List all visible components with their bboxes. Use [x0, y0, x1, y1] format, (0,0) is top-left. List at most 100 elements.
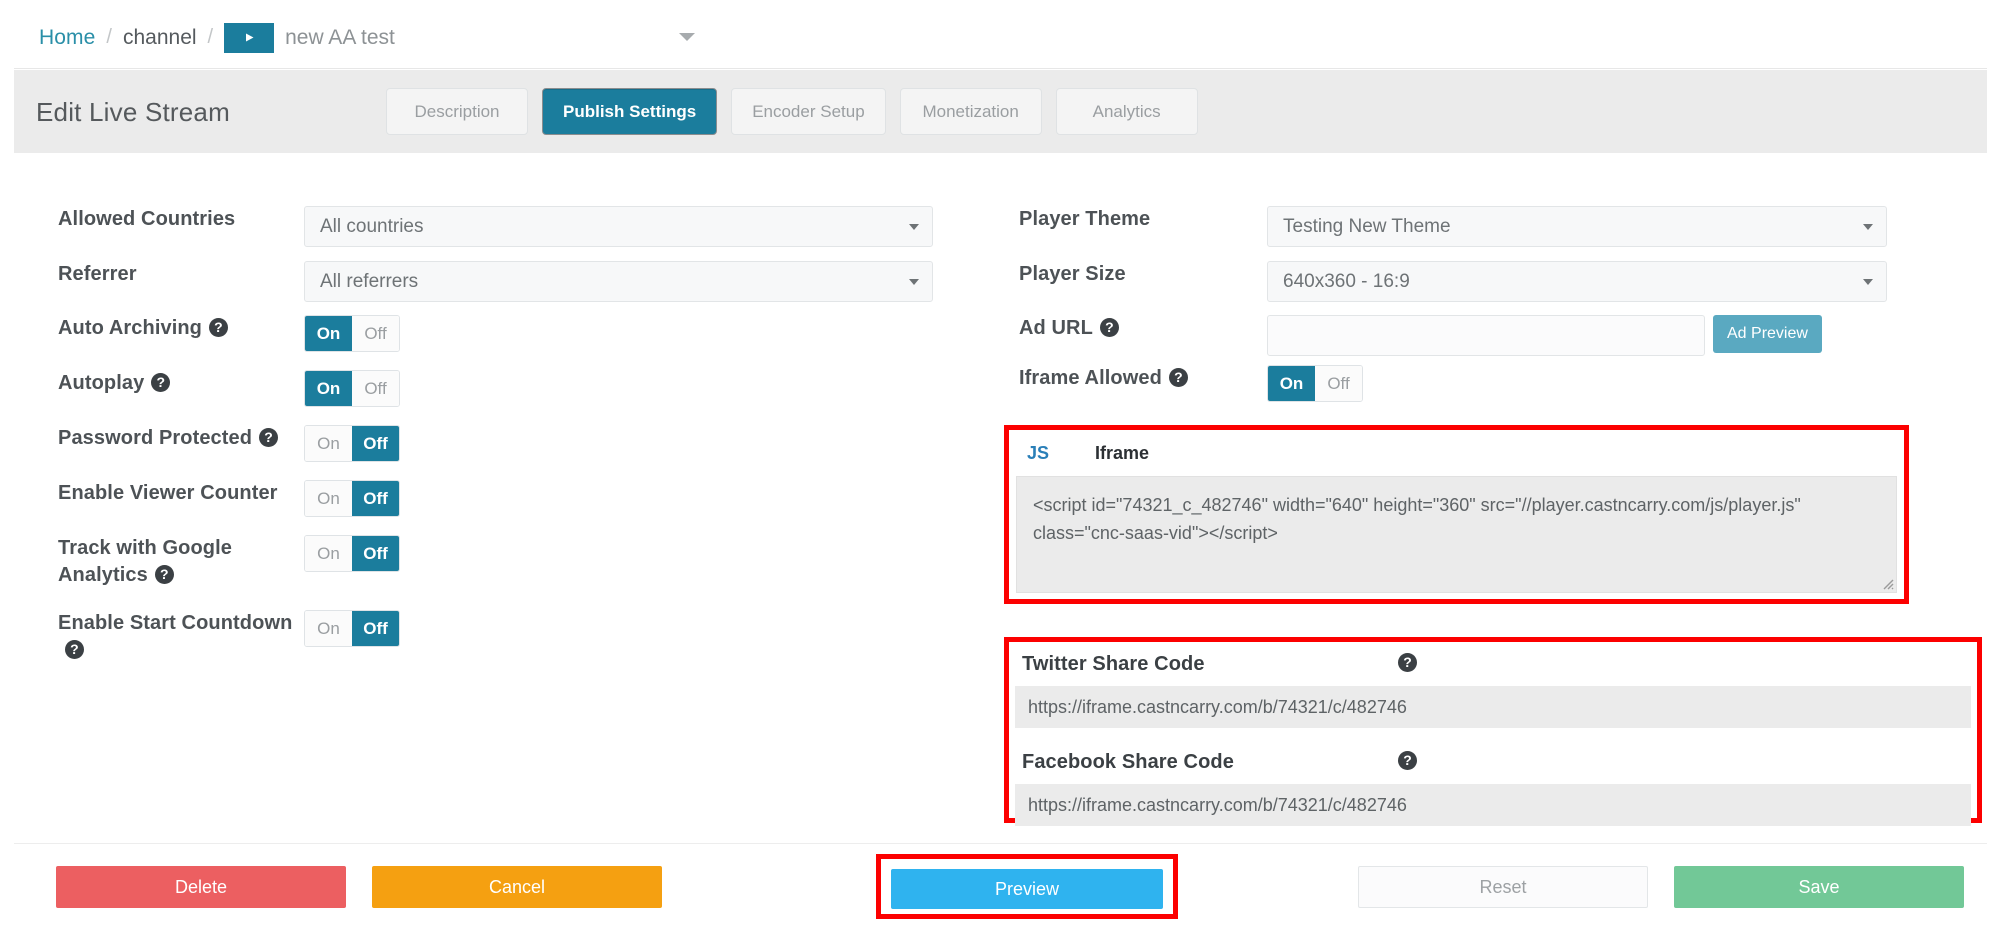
window-bottom-edge	[7, 920, 2000, 927]
preview-button-highlight: Preview	[876, 854, 1178, 919]
share-codes-highlight: Twitter Share Code ? https://iframe.cast…	[1004, 637, 1982, 826]
chevron-down-icon	[909, 223, 919, 230]
track-google-analytics-off[interactable]: Off	[352, 536, 399, 571]
breadcrumb-channel-link[interactable]: channel	[123, 26, 197, 50]
player-size-select[interactable]: 640x360 - 16:9	[1267, 261, 1887, 302]
referrer-value: All referrers	[320, 270, 419, 292]
enable-viewer-counter-on[interactable]: On	[305, 481, 352, 516]
referrer-select[interactable]: All referrers	[304, 261, 933, 302]
track-google-analytics-label: Track with Google Analytics	[58, 537, 232, 586]
allowed-countries-value: All countries	[320, 215, 424, 237]
field-auto-archiving: Auto Archiving? On Off	[58, 315, 400, 352]
footer-action-bar: Delete Cancel Preview Reset Save	[14, 843, 1987, 920]
preview-button[interactable]: Preview	[891, 869, 1163, 909]
player-theme-select[interactable]: Testing New Theme	[1267, 206, 1887, 247]
field-enable-start-countdown: Enable Start Countdown? On Off	[58, 610, 400, 664]
chevron-down-icon	[1863, 223, 1873, 230]
breadcrumb-stream-title: new AA test	[285, 25, 395, 49]
embed-code-tab-bar: JS Iframe	[1009, 430, 1904, 476]
iframe-allowed-off[interactable]: Off	[1315, 366, 1362, 401]
facebook-share-value[interactable]: https://iframe.castncarry.com/b/74321/c/…	[1015, 784, 1971, 826]
enable-start-countdown-on[interactable]: On	[305, 611, 352, 646]
app-window: Home / channel / new AA test Edit Live S…	[0, 0, 2000, 927]
tab-embed-js[interactable]: JS	[1027, 443, 1049, 464]
help-icon[interactable]: ?	[151, 373, 171, 392]
password-protected-off[interactable]: Off	[352, 426, 399, 461]
tab-description[interactable]: Description	[386, 88, 528, 135]
chevron-down-icon	[909, 278, 919, 285]
help-icon[interactable]: ?	[209, 318, 228, 337]
page-header-bar: Edit Live Stream Description Publish Set…	[14, 70, 1987, 153]
field-allowed-countries: Allowed Countries All countries	[58, 206, 933, 247]
page-title: Edit Live Stream	[36, 97, 230, 127]
breadcrumb-separator-1: /	[106, 26, 112, 48]
enable-viewer-counter-toggle[interactable]: On Off	[304, 480, 400, 517]
tab-monetization[interactable]: Monetization	[899, 88, 1042, 135]
field-track-google-analytics: Track with Google Analytics? On Off	[58, 535, 400, 589]
delete-button[interactable]: Delete	[56, 866, 346, 908]
chevron-down-icon[interactable]	[679, 33, 695, 41]
reset-button[interactable]: Reset	[1358, 866, 1648, 908]
breadcrumb-separator-2: /	[207, 26, 214, 48]
embed-code-panel: JS Iframe <script id="74321_c_482746" wi…	[1009, 430, 1904, 599]
tab-bar: Description Publish Settings Encoder Set…	[386, 88, 1198, 135]
tab-encoder-setup[interactable]: Encoder Setup	[731, 88, 886, 135]
help-icon[interactable]: ?	[1168, 368, 1188, 387]
enable-viewer-counter-off[interactable]: Off	[352, 481, 399, 516]
auto-archiving-toggle[interactable]: On Off	[304, 315, 400, 352]
breadcrumb-bar: Home / channel / new AA test	[14, 7, 1987, 69]
iframe-allowed-toggle[interactable]: On Off	[1267, 365, 1363, 402]
auto-archiving-on[interactable]: On	[305, 316, 352, 351]
field-password-protected: Password Protected? On Off	[58, 425, 400, 462]
facebook-share-group: Facebook Share Code ? https://iframe.cas…	[1009, 740, 1977, 826]
iframe-allowed-label: Iframe Allowed	[1019, 367, 1162, 389]
auto-archiving-label: Auto Archiving	[58, 317, 202, 339]
field-player-theme: Player Theme Testing New Theme	[1019, 206, 1887, 247]
save-button[interactable]: Save	[1674, 866, 1964, 908]
player-size-value: 640x360 - 16:9	[1283, 270, 1410, 292]
embed-code-textarea[interactable]: <script id="74321_c_482746" width="640" …	[1016, 476, 1897, 593]
password-protected-toggle[interactable]: On Off	[304, 425, 400, 462]
play-icon	[224, 22, 275, 53]
autoplay-toggle[interactable]: On Off	[304, 370, 400, 407]
enable-start-countdown-label: Enable Start Countdown	[58, 612, 293, 634]
enable-viewer-counter-label: Enable Viewer Counter	[58, 482, 278, 504]
field-autoplay: Autoplay? On Off	[58, 370, 400, 407]
ad-preview-button[interactable]: Ad Preview	[1713, 315, 1822, 353]
field-player-size: Player Size 640x360 - 16:9	[1019, 261, 1887, 302]
field-iframe-allowed: Iframe Allowed? On Off	[1019, 365, 1363, 402]
password-protected-on[interactable]: On	[305, 426, 352, 461]
embed-code-highlight: JS Iframe <script id="74321_c_482746" wi…	[1004, 425, 1909, 604]
track-google-analytics-on[interactable]: On	[305, 536, 352, 571]
iframe-allowed-on[interactable]: On	[1268, 366, 1315, 401]
help-icon[interactable]: ?	[65, 640, 84, 659]
help-icon[interactable]: ?	[1398, 653, 1417, 672]
autoplay-on[interactable]: On	[305, 371, 352, 406]
twitter-share-label-row: Twitter Share Code ?	[1009, 642, 1977, 686]
help-icon[interactable]: ?	[1398, 751, 1417, 770]
field-enable-viewer-counter: Enable Viewer Counter On Off	[58, 480, 400, 517]
allowed-countries-select[interactable]: All countries	[304, 206, 933, 247]
help-icon[interactable]: ?	[259, 428, 279, 447]
allowed-countries-label: Allowed Countries	[58, 208, 236, 230]
autoplay-label: Autoplay	[58, 372, 145, 394]
facebook-share-label: Facebook Share Code	[1022, 750, 1234, 773]
track-google-analytics-toggle[interactable]: On Off	[304, 535, 400, 572]
breadcrumb-home-link[interactable]: Home	[39, 26, 95, 50]
cancel-button[interactable]: Cancel	[372, 866, 662, 908]
enable-start-countdown-off[interactable]: Off	[352, 611, 399, 646]
chevron-down-icon	[1863, 278, 1873, 285]
tab-analytics[interactable]: Analytics	[1055, 88, 1198, 135]
tab-publish-settings[interactable]: Publish Settings	[542, 88, 718, 135]
field-referrer: Referrer All referrers	[58, 261, 933, 302]
tab-embed-iframe[interactable]: Iframe	[1095, 443, 1149, 464]
twitter-share-value[interactable]: https://iframe.castncarry.com/b/74321/c/…	[1015, 686, 1971, 728]
autoplay-off[interactable]: Off	[352, 371, 399, 406]
password-protected-label: Password Protected	[58, 427, 253, 449]
twitter-share-label: Twitter Share Code	[1022, 652, 1205, 675]
help-icon[interactable]: ?	[154, 565, 174, 584]
enable-start-countdown-toggle[interactable]: On Off	[304, 610, 400, 647]
auto-archiving-off[interactable]: Off	[352, 316, 399, 351]
help-icon[interactable]: ?	[1099, 318, 1119, 337]
ad-url-input[interactable]	[1267, 315, 1705, 356]
